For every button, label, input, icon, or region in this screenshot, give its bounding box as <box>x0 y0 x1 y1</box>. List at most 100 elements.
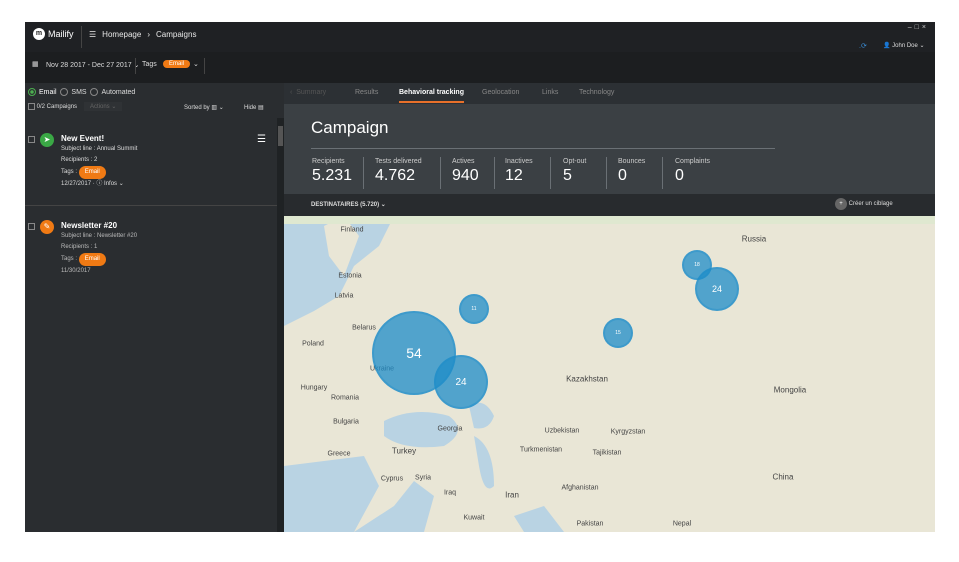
breadcrumb-campaigns[interactable]: Campaigns <box>156 30 196 39</box>
user-menu[interactable]: 👤 John Doe ⌄ <box>883 42 925 49</box>
map-label: Tajikistan <box>593 450 622 457</box>
date-range: Nov 28 2017 - Dec 27 2017 <box>46 62 132 69</box>
geolocation-map[interactable]: FinlandRussiaEstoniaLatviaBelarusPolandU… <box>284 216 935 532</box>
tab-summary[interactable]: ‹ Summary <box>290 89 326 96</box>
app-name: Mailify <box>48 29 74 39</box>
recipients-bar: DESTINATAIRES (5.720) ⌄ + Créer un cibla… <box>284 194 935 216</box>
filter-bar: .⟳ 👤 John Doe ⌄ ▦ Nov 28 2017 - Dec 27 2… <box>25 52 935 83</box>
map-label: China <box>773 473 794 482</box>
send-icon: ➤ <box>40 133 54 147</box>
tags-label: Tags <box>142 61 157 68</box>
user-name: John Doe <box>892 43 918 49</box>
pencil-icon: ✎ <box>40 220 54 234</box>
map-label: Poland <box>302 341 324 348</box>
stat-actives: Actives940 <box>452 158 479 185</box>
stat-opt-out: Opt-out5 <box>563 158 586 185</box>
tags-label: Tags : <box>61 256 77 262</box>
map-label: Syria <box>415 475 431 482</box>
stat-inactives: Inactives12 <box>505 158 533 185</box>
main-panel: ‹ Summary Results Behavioral tracking Ge… <box>284 83 935 532</box>
map-label: Kazakhstan <box>566 375 608 384</box>
plus-icon: + <box>835 198 847 210</box>
date-range-select[interactable]: Nov 28 2017 - Dec 27 2017 ⌄ <box>46 61 139 69</box>
cluster-marker[interactable]: 24 <box>695 267 739 311</box>
tab-behavioral-tracking[interactable]: Behavioral tracking <box>399 89 464 103</box>
tab-bar: ‹ Summary Results Behavioral tracking Ge… <box>284 83 935 104</box>
select-all[interactable]: 0/2 Campaigns <box>28 103 77 110</box>
radio-email[interactable]: Email <box>28 89 57 96</box>
map-label: Iraq <box>444 490 456 497</box>
scrollbar[interactable] <box>277 118 284 532</box>
map-label: Uzbekistan <box>545 428 580 435</box>
maximize-icon[interactable]: □ <box>915 24 922 31</box>
hide-toggle[interactable]: Hide ▤ <box>244 104 264 111</box>
stat-recipients: Recipients5.231 <box>312 158 352 185</box>
campaign-count: 0/2 Campaigns <box>37 104 77 110</box>
infos-toggle[interactable]: ⓘ Infos ⌄ <box>96 181 123 187</box>
type-filter: Email SMS Automated <box>28 88 135 96</box>
minimize-icon[interactable]: – <box>908 24 915 31</box>
tag-email[interactable]: Email <box>79 253 106 266</box>
cluster-marker[interactable]: 11 <box>459 294 489 324</box>
logo[interactable]: mMailify <box>33 28 74 40</box>
menu-icon[interactable]: ☰ <box>89 30 96 39</box>
subject-line: Subject line : Annual Summit <box>61 144 137 155</box>
campaign-list-panel: Email SMS Automated 0/2 Campaigns Action… <box>25 83 284 532</box>
map-label: Kyrgyzstan <box>611 429 646 436</box>
stat-bounces: Bounces0 <box>618 158 645 185</box>
divider <box>81 26 82 48</box>
sync-icon[interactable]: .⟳ <box>859 42 867 50</box>
destinataires-dropdown[interactable]: DESTINATAIRES (5.720) ⌄ <box>311 201 386 208</box>
map-label: Mongolia <box>774 386 806 395</box>
campaign-title[interactable]: New Event! <box>61 133 137 144</box>
map-label: Turkey <box>392 447 416 456</box>
campaign-item[interactable]: ✎ Newsletter #20 Subject line : Newslett… <box>25 207 277 287</box>
subject-line: Subject line : Newsletter #20 <box>61 231 137 242</box>
sort-dropdown[interactable]: Sorted by ▥ ⌄ <box>184 104 224 111</box>
map-label: Kuwait <box>463 515 484 522</box>
divider <box>135 58 136 74</box>
radio-sms[interactable]: SMS <box>60 89 86 96</box>
top-bar: mMailify ☰ Homepage › Campaigns –□× <box>25 22 935 52</box>
app-window: mMailify ☰ Homepage › Campaigns –□× .⟳ 👤… <box>25 22 935 532</box>
tab-results[interactable]: Results <box>355 89 378 96</box>
map-label: Russia <box>742 235 766 244</box>
map-label: Cyprus <box>381 476 403 483</box>
create-target-button[interactable]: + Créer un ciblage <box>835 198 893 210</box>
map-label: Nepal <box>673 521 691 528</box>
map-label: Afghanistan <box>562 485 599 492</box>
calendar-icon: ▦ <box>32 60 39 68</box>
logo-icon: m <box>33 28 45 40</box>
close-icon[interactable]: × <box>922 24 929 31</box>
cluster-marker[interactable]: 15 <box>603 318 633 348</box>
tab-geolocation[interactable]: Geolocation <box>482 89 519 96</box>
tab-technology[interactable]: Technology <box>579 89 614 96</box>
campaign-date: 11/30/2017 <box>61 266 137 277</box>
divider <box>204 58 205 74</box>
campaign-checkbox[interactable] <box>28 223 35 230</box>
recipients: Recipients : 2 <box>61 155 137 166</box>
recipients: Recipients : 1 <box>61 242 137 253</box>
stat-tests-delivered: Tests delivered4.762 <box>375 158 422 185</box>
tab-links[interactable]: Links <box>542 89 558 96</box>
map-label: Greece <box>328 451 351 458</box>
tag-email[interactable]: Email <box>163 60 190 68</box>
breadcrumb-homepage[interactable]: Homepage <box>102 30 141 39</box>
radio-automated[interactable]: Automated <box>90 89 135 96</box>
tag-email[interactable]: Email <box>79 166 106 179</box>
stat-complaints: Complaints0 <box>675 158 710 185</box>
map-label: Belarus <box>352 325 376 332</box>
map-label: Bulgaria <box>333 419 359 426</box>
map-label: Iran <box>505 491 519 500</box>
actions-dropdown[interactable]: Actions ⌄ <box>84 102 122 111</box>
tags-dropdown-icon[interactable]: ⌄ <box>193 60 199 68</box>
window-controls: –□× <box>908 24 929 31</box>
page-title: Campaign <box>311 118 389 138</box>
cluster-marker[interactable]: 24 <box>434 355 488 409</box>
campaign-checkbox[interactable] <box>28 136 35 143</box>
map-label: Georgia <box>438 426 463 433</box>
menu-icon[interactable]: ☰ <box>257 134 266 145</box>
campaign-item[interactable]: ➤ New Event! Subject line : Annual Summi… <box>25 123 277 206</box>
campaign-title[interactable]: Newsletter #20 <box>61 220 137 231</box>
map-label: Latvia <box>335 293 354 300</box>
